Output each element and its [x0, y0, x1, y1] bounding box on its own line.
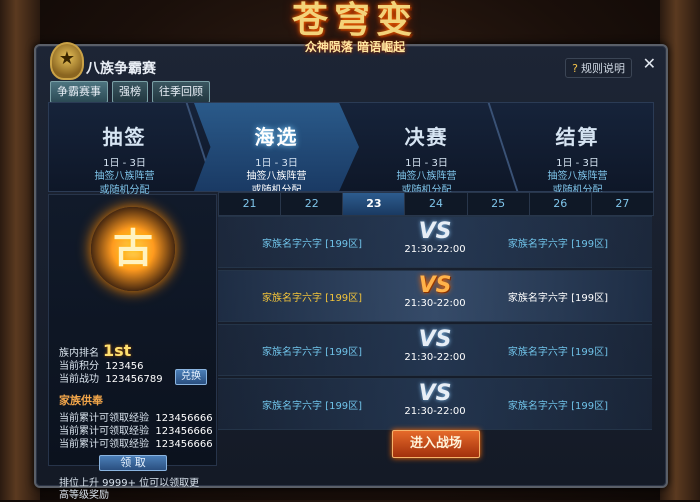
star-emblem-icon: ★ [50, 42, 84, 80]
match-time: 21:30-22:00 [404, 352, 466, 363]
exchange-button[interactable]: 兑换 [175, 369, 207, 385]
claim-button[interactable]: 领 取 [99, 455, 167, 471]
power-row: 当前战功 123456789 [59, 370, 163, 385]
enter-battlefield-button[interactable]: 进入战场 [392, 430, 480, 458]
tab-events[interactable]: 争霸赛事 [50, 81, 108, 103]
phase-date: 1日 - 3日 [255, 158, 298, 169]
phase-desc: 抽签八族阵营 [246, 171, 307, 182]
game-logo: 苍穹变 众神陨落 暗语崛起 [260, 0, 450, 62]
date-tab[interactable]: 21 [219, 193, 282, 215]
phase-date: 1日 - 3日 [103, 158, 146, 169]
team-left: 家族名字六字 [199区] [262, 239, 363, 250]
rules-label: 规则说明 [581, 62, 625, 75]
exp-label: 当前累计可领取经验 [59, 439, 149, 450]
phase-title: 结算 [555, 125, 600, 149]
power-value: 123456789 [105, 374, 163, 385]
date-tab[interactable]: 27 [592, 193, 653, 215]
phase-draw[interactable]: 抽签 1日 - 3日 抽签八族阵营 或随机分配 [49, 103, 200, 196]
tab-bar: 争霸赛事 强榜 往季回顾 [50, 81, 210, 103]
phase-desc: 抽签八族阵营 [396, 171, 457, 182]
rules-button[interactable]: ? 规则说明 [565, 58, 632, 78]
phase-desc: 抽签八族阵营 [94, 171, 155, 182]
match-time: 21:30-22:00 [404, 244, 466, 255]
match-time: 21:30-22:00 [404, 406, 466, 417]
power-label: 当前战功 [59, 374, 99, 385]
vs-label: VS [418, 381, 452, 406]
tab-ranking[interactable]: 强榜 [112, 81, 148, 103]
vs-label: VS [418, 327, 452, 352]
logo-subtitle: 众神陨落 暗语崛起 [304, 40, 406, 54]
rank-reward-note: 排位上升 9999+ 位可以领取更高等级奖励 [59, 478, 200, 501]
team-left: 家族名字六字 [199区] [262, 293, 363, 304]
team-right: 家族名字六字 [199区] [507, 239, 608, 250]
date-tab[interactable]: 24 [405, 193, 468, 215]
close-icon[interactable]: ✕ [643, 54, 656, 73]
question-icon: ? [572, 62, 578, 75]
phase-settlement[interactable]: 结算 1日 - 3日 抽签八族阵营 或随机分配 [502, 103, 653, 196]
team-right: 家族名字六字 [199区] [507, 347, 608, 358]
phase-bar: 抽签 1日 - 3日 抽签八族阵营 或随机分配 海选 1日 - 3日 抽签八族阵… [48, 102, 654, 196]
match-time: 21:30-22:00 [404, 298, 466, 309]
team-left: 家族名字六字 [199区] [262, 401, 363, 412]
phase-final[interactable]: 决赛 1日 - 3日 抽签八族阵营 或随机分配 [351, 103, 502, 196]
logo-title: 苍穹变 [291, 0, 418, 41]
vs-label: VS [418, 273, 452, 298]
match-row[interactable]: 家族名字六字 [199区] VS 21:30-22:00 家族名字六字 [199… [218, 324, 652, 376]
phase-date: 1日 - 3日 [556, 158, 599, 169]
match-row[interactable]: 家族名字六字 [199区] VS 21:30-22:00 家族名字六字 [199… [218, 270, 652, 322]
exp-row: 当前累计可领取经验 123456666 [59, 435, 213, 450]
phase-desc: 抽签八族阵营 [547, 171, 608, 182]
team-right: 家族名字六字 [199区] [507, 401, 608, 412]
team-right: 家族名字六字 [199区] [507, 293, 608, 304]
phase-preliminary[interactable]: 海选 1日 - 3日 抽签八族阵营 或随机分配 [194, 103, 359, 191]
date-tab[interactable]: 22 [281, 193, 344, 215]
date-tab[interactable]: 26 [530, 193, 592, 215]
team-left: 家族名字六字 [199区] [262, 347, 363, 358]
tab-history[interactable]: 往季回顾 [152, 81, 210, 103]
phase-title: 决赛 [404, 125, 449, 149]
tournament-panel: ★ 八族争霸赛 ? 规则说明 ✕ 争霸赛事 强榜 往季回顾 抽签 1日 - 3日 … [34, 42, 668, 501]
match-row[interactable]: 家族名字六字 [199区] VS 21:30-22:00 家族名字六字 [199… [218, 216, 652, 268]
exp-value: 123456666 [155, 439, 213, 450]
offering-title: 家族供奉 [59, 394, 103, 407]
date-tab[interactable]: 23 [343, 193, 406, 215]
date-tab[interactable]: 25 [468, 193, 530, 215]
panel-title: 八族争霸赛 [86, 61, 156, 77]
clan-info-panel: 古 族内排名 1st 当前积分 123456 当前战功 123456789 兑换 … [48, 194, 217, 501]
match-list: 家族名字六字 [199区] VS 21:30-22:00 家族名字六字 [199… [218, 216, 652, 432]
phase-title: 抽签 [102, 125, 147, 149]
match-row[interactable]: 家族名字六字 [199区] VS 21:30-22:00 家族名字六字 [199… [218, 378, 652, 430]
phase-title: 海选 [254, 125, 299, 149]
vs-label: VS [418, 219, 452, 244]
date-tabs: 21 22 23 24 25 26 27 [218, 192, 654, 216]
phase-date: 1日 - 3日 [405, 158, 448, 169]
clan-crest-icon: 古 [91, 207, 175, 291]
